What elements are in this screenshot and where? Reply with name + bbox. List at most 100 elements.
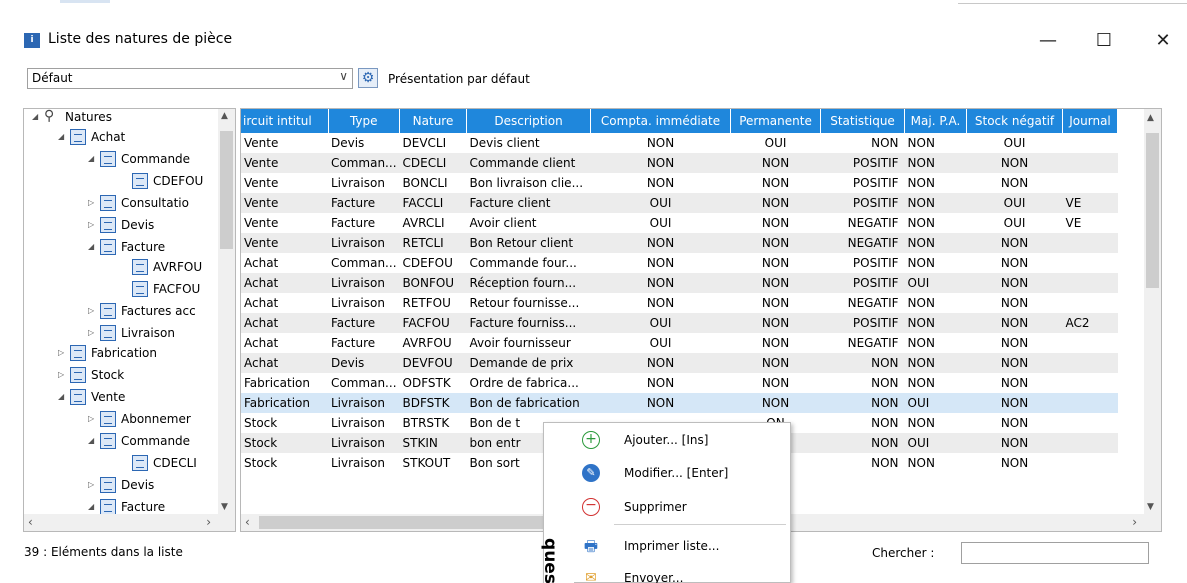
- table-row[interactable]: Fabrication Comman... ODFSTK Ordre de fabri…: [241, 373, 1118, 393]
- tree-item[interactable]: ◢ Vente: [58, 389, 125, 409]
- column-header[interactable]: Stock négatif: [966, 109, 1064, 133]
- tree-item[interactable]: ▷ Fabrication: [58, 345, 157, 365]
- collapse-icon[interactable]: ◢: [88, 154, 100, 163]
- tree-item[interactable]: FACFOU: [120, 281, 200, 301]
- tree-item[interactable]: ◢ Commande: [88, 433, 190, 453]
- scroll-right-icon[interactable]: ›: [1132, 515, 1137, 529]
- tree-item-label: CDEFOU: [153, 174, 204, 188]
- tree-item[interactable]: ◢ ⚲ Natures: [32, 109, 112, 129]
- grid-scroll-thumb[interactable]: [1146, 133, 1159, 288]
- doc-icon: [132, 173, 148, 189]
- table-row[interactable]: Fabrication Livraison BDFSTK Bon de fabrica…: [241, 393, 1118, 413]
- column-header[interactable]: Nature: [399, 109, 468, 133]
- expand-icon[interactable]: ▷: [58, 348, 70, 357]
- table-row[interactable]: Achat Comman... CDEFOU Commande four... NON N…: [241, 253, 1118, 273]
- tree-item[interactable]: ▷ Stock: [58, 367, 124, 387]
- table-cell: Achat: [241, 333, 328, 353]
- tree-item[interactable]: ▷ Devis: [88, 217, 154, 237]
- presentation-settings-button[interactable]: ⚙: [358, 68, 378, 88]
- table-row[interactable]: Vente Livraison RETCLI Bon Retour client NON…: [241, 233, 1118, 253]
- scroll-down-icon[interactable]: ▼: [1147, 502, 1154, 512]
- expand-icon[interactable]: ▷: [88, 414, 100, 423]
- tree-item[interactable]: AVRFOU: [120, 259, 202, 279]
- tree-scroll-thumb[interactable]: [220, 131, 233, 249]
- element-count: 39 : Eléments dans la liste: [24, 545, 183, 559]
- tree-item[interactable]: ▷ Factures acc: [88, 303, 196, 323]
- expand-icon[interactable]: ▷: [88, 220, 100, 229]
- table-row[interactable]: Vente Livraison BONCLI Bon livraison clie..…: [241, 173, 1118, 193]
- column-header[interactable]: Permanente: [730, 109, 822, 133]
- delete-icon: −: [582, 498, 600, 516]
- tree-item[interactable]: CDEFOU: [120, 173, 203, 193]
- column-header[interactable]: Type: [328, 109, 401, 133]
- chevron-down-icon[interactable]: ∨: [339, 69, 348, 83]
- scroll-down-icon[interactable]: ▼: [221, 502, 228, 512]
- minimize-button[interactable]: —: [1028, 26, 1068, 56]
- expand-icon[interactable]: ▷: [58, 370, 70, 379]
- context-menu-item[interactable]: − Supprimer: [574, 494, 791, 522]
- mail-icon: ✉: [585, 570, 597, 583]
- table-row[interactable]: Vente Facture FACCLI Facture client OUI NON PO…: [241, 193, 1118, 213]
- column-header[interactable]: Compta. immédiate: [590, 109, 732, 133]
- tree-item[interactable]: ▷ Abonnemer: [88, 411, 191, 431]
- collapse-icon[interactable]: ◢: [88, 242, 100, 251]
- maximize-button[interactable]: ☐: [1084, 26, 1124, 56]
- context-menu-item[interactable]: ✎ Modifier... [Enter]: [574, 460, 791, 488]
- table-row[interactable]: Achat Livraison RETFOU Retour fournisse... N…: [241, 293, 1118, 313]
- table-row[interactable]: Vente Devis DEVCLI Devis client NON OUI NON NON…: [241, 133, 1118, 153]
- context-menu-item[interactable]: 🖶 Imprimer liste...: [574, 533, 791, 561]
- background-input: [958, 0, 1187, 4]
- tree-item[interactable]: ▷ Consultatio: [88, 195, 189, 215]
- table-row[interactable]: Achat Livraison BONFOU Réception fourn... NO…: [241, 273, 1118, 293]
- search-input[interactable]: [961, 542, 1149, 564]
- natures-tree[interactable]: ◢ ⚲ Natures ◢ Achat ◢ Commande CDEFOU ▷ Consultat…: [23, 108, 236, 532]
- scroll-left-icon[interactable]: ‹: [28, 515, 33, 529]
- close-button[interactable]: ✕: [1143, 26, 1183, 56]
- context-menu-item[interactable]: + Ajouter... [Ins]: [574, 427, 791, 455]
- table-row[interactable]: Achat Facture AVRFOU Avoir fournisseur OUI NO…: [241, 333, 1118, 353]
- tree-horizontal-scrollbar[interactable]: ‹ ›: [24, 514, 235, 531]
- context-menu-item[interactable]: ✉ Envoyer...: [574, 565, 791, 583]
- expand-icon[interactable]: ▷: [88, 328, 100, 337]
- table-cell: Achat: [241, 313, 328, 333]
- tree-item[interactable]: CDECLI: [120, 455, 197, 475]
- scroll-up-icon[interactable]: ▲: [221, 111, 228, 121]
- scroll-up-icon[interactable]: ▲: [1147, 113, 1154, 123]
- grid-hscroll-thumb[interactable]: [259, 516, 579, 529]
- expand-icon[interactable]: ▷: [88, 480, 100, 489]
- grid-vertical-scrollbar[interactable]: ▲ ▼: [1144, 109, 1161, 514]
- tree-item[interactable]: ▷ Livraison: [88, 325, 175, 345]
- search-icon: ⚲: [44, 108, 55, 124]
- collapse-icon[interactable]: ◢: [88, 436, 100, 445]
- table-cell: NON: [966, 253, 1063, 273]
- tree-item[interactable]: ▷ Devis: [88, 477, 154, 497]
- collapse-icon[interactable]: ◢: [88, 502, 100, 511]
- column-header[interactable]: Journal: [1062, 109, 1119, 133]
- table-row[interactable]: Vente Comman... CDECLI Commande client NON NO…: [241, 153, 1118, 173]
- table-cell: OUI: [904, 433, 967, 453]
- table-cell: NON: [966, 233, 1063, 253]
- table-cell: DEVFOU: [399, 353, 467, 373]
- table-cell: NON: [730, 353, 821, 373]
- tree-vertical-scrollbar[interactable]: ▲ ▼: [218, 109, 235, 514]
- table-cell: AC2: [1062, 313, 1118, 333]
- scroll-left-icon[interactable]: ‹: [245, 515, 250, 529]
- expand-icon[interactable]: ▷: [88, 306, 100, 315]
- collapse-icon[interactable]: ◢: [58, 392, 70, 401]
- column-header[interactable]: Description: [466, 109, 592, 133]
- table-row[interactable]: Achat Devis DEVFOU Demande de prix NON NON NON…: [241, 353, 1118, 373]
- column-header[interactable]: ircuit intitul: [241, 109, 329, 133]
- scroll-right-icon[interactable]: ›: [206, 515, 211, 529]
- table-row[interactable]: Achat Facture FACFOU Facture fourniss... OUI…: [241, 313, 1118, 333]
- tree-item[interactable]: ◢ Facture: [88, 239, 165, 259]
- table-row[interactable]: Vente Facture AVRCLI Avoir client OUI NON NEGA…: [241, 213, 1118, 233]
- tree-item[interactable]: ◢ Commande: [88, 151, 190, 171]
- table-cell: Avoir client: [466, 213, 591, 233]
- column-header[interactable]: Statistique: [820, 109, 906, 133]
- tree-item[interactable]: ◢ Achat: [58, 129, 125, 149]
- collapse-icon[interactable]: ◢: [58, 132, 70, 141]
- column-header[interactable]: Maj. P.A.: [904, 109, 968, 133]
- presentation-combo[interactable]: Défaut ∨: [27, 68, 353, 89]
- expand-icon[interactable]: ▷: [88, 198, 100, 207]
- collapse-icon[interactable]: ◢: [32, 112, 44, 121]
